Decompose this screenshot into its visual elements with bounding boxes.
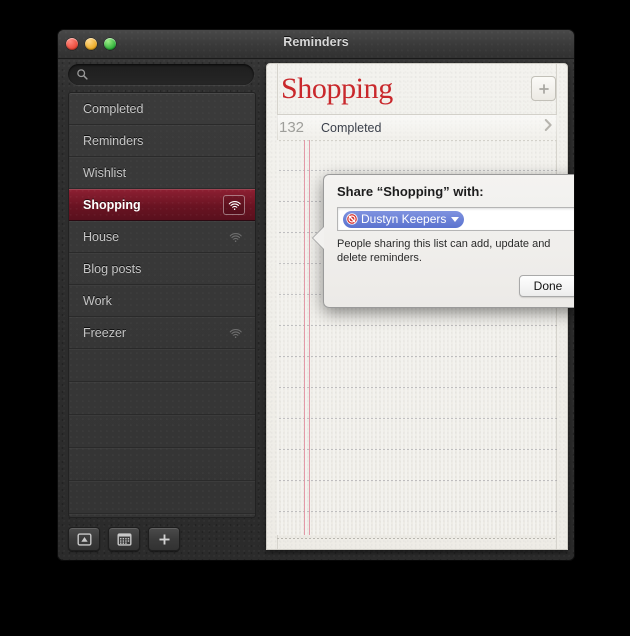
- search-icon: [77, 69, 88, 80]
- blocked-icon: [346, 213, 358, 225]
- share-recipients-field[interactable]: Dustyn Keepers: [337, 207, 574, 231]
- sidebar-item-shopping[interactable]: Shopping: [69, 189, 255, 221]
- popover-description: People sharing this list can add, update…: [337, 238, 551, 264]
- sidebar-item-label: Shopping: [83, 197, 141, 212]
- chevron-down-icon[interactable]: [451, 216, 460, 222]
- share-icon[interactable]: [225, 324, 245, 342]
- recipient-token[interactable]: Dustyn Keepers: [343, 210, 465, 228]
- reminders-window: Reminders Completed Reminders Wishlist S…: [58, 30, 574, 560]
- search-input[interactable]: [93, 64, 246, 87]
- sidebar-item-label: Reminders: [83, 133, 144, 148]
- share-icon[interactable]: [225, 228, 245, 246]
- calendar-icon: [116, 532, 132, 546]
- share-icon[interactable]: [223, 194, 245, 215]
- sidebar-toolbar: [68, 527, 180, 551]
- popover-arrow: [313, 227, 324, 249]
- plus-icon: [538, 83, 549, 94]
- add-list-button[interactable]: [148, 527, 180, 551]
- sidebar-item-freezer[interactable]: Freezer: [69, 317, 255, 349]
- window-title: Reminders: [283, 35, 349, 49]
- sidebar-item-reminders[interactable]: Reminders: [69, 125, 255, 157]
- list-empty-row: [69, 481, 255, 514]
- list-empty-row: [69, 448, 255, 481]
- sidebar-item-label: Work: [83, 293, 112, 308]
- recipient-name: Dustyn Keepers: [361, 212, 447, 226]
- search-field[interactable]: [68, 64, 254, 87]
- search-container: [68, 64, 254, 87]
- sidebar-item-label: Completed: [83, 101, 144, 116]
- sidebar-item-label: Blog posts: [83, 261, 142, 276]
- calendar-button[interactable]: [108, 527, 140, 551]
- reminder-lists-panel: Completed Reminders Wishlist Shopping Ho…: [68, 92, 256, 518]
- list-empty-row: [69, 382, 255, 415]
- page-title: Shopping: [281, 72, 393, 105]
- sidebar-item-label: House: [83, 229, 120, 244]
- paper-margin-line: [304, 140, 310, 535]
- window-titlebar: Reminders: [58, 30, 574, 59]
- show-calendar-drawer-button[interactable]: [68, 527, 100, 551]
- list-empty-row: [69, 349, 255, 382]
- sidebar: Completed Reminders Wishlist Shopping Ho…: [58, 58, 264, 560]
- paper-bottom-perforation: [277, 538, 557, 539]
- list-empty-row: [69, 415, 255, 448]
- sidebar-item-wishlist[interactable]: Wishlist: [69, 157, 255, 189]
- completed-label: Completed: [321, 120, 382, 135]
- add-reminder-button[interactable]: [531, 76, 556, 101]
- sidebar-item-house[interactable]: House: [69, 221, 255, 253]
- done-button[interactable]: Done: [519, 275, 574, 297]
- completed-reminders-row[interactable]: 132 Completed: [277, 114, 557, 141]
- sidebar-item-label: Freezer: [83, 325, 127, 340]
- plus-icon: [158, 533, 170, 545]
- list-empty-row: [69, 514, 255, 517]
- sidebar-item-label: Wishlist: [83, 165, 127, 180]
- popover-title: Share “Shopping” with:: [337, 184, 484, 199]
- share-popover: Share “Shopping” with: Dustyn Keepers Pe…: [313, 174, 574, 308]
- sidebar-item-blog-posts[interactable]: Blog posts: [69, 253, 255, 285]
- completed-count: 132: [279, 119, 305, 136]
- drawer-icon: [76, 532, 92, 546]
- chevron-right-icon: [544, 118, 557, 137]
- sidebar-item-completed[interactable]: Completed: [69, 93, 255, 125]
- sidebar-item-work[interactable]: Work: [69, 285, 255, 317]
